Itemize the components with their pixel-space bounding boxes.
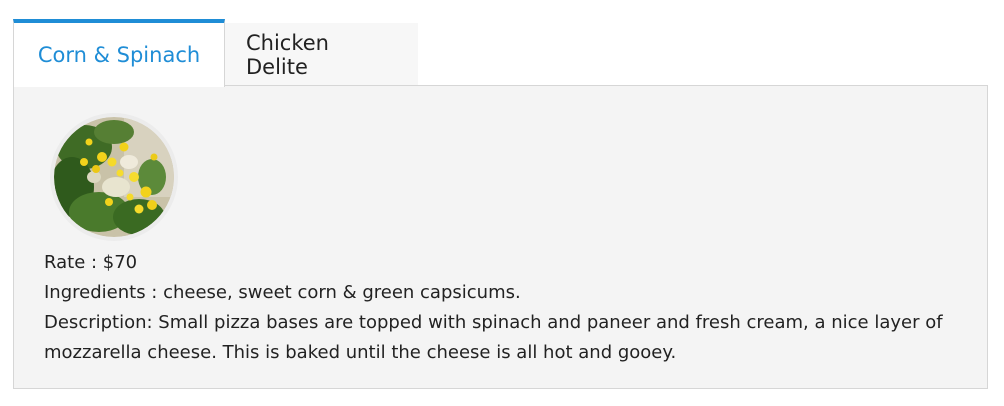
food-photo-icon [54, 117, 174, 237]
tab-corn-spinach[interactable]: Corn & Spinach [13, 19, 225, 87]
rate-text: Rate : $70 [44, 252, 138, 273]
food-details: Rate : $70 Ingredients : cheese, sweet c… [44, 248, 957, 368]
tab-bar: Corn & Spinach Chicken Delite [13, 19, 988, 87]
description-text: Description: Small pizza bases are toppe… [44, 312, 943, 363]
tab-chicken-delite[interactable]: Chicken Delite [225, 23, 418, 86]
food-image-frame [50, 113, 178, 241]
ingredients-text: Ingredients : cheese, sweet corn & green… [44, 282, 521, 303]
tab-panel: Rate : $70 Ingredients : cheese, sweet c… [13, 85, 988, 389]
food-tabs: Corn & Spinach Chicken Delite Rate: $70… [13, 19, 988, 389]
